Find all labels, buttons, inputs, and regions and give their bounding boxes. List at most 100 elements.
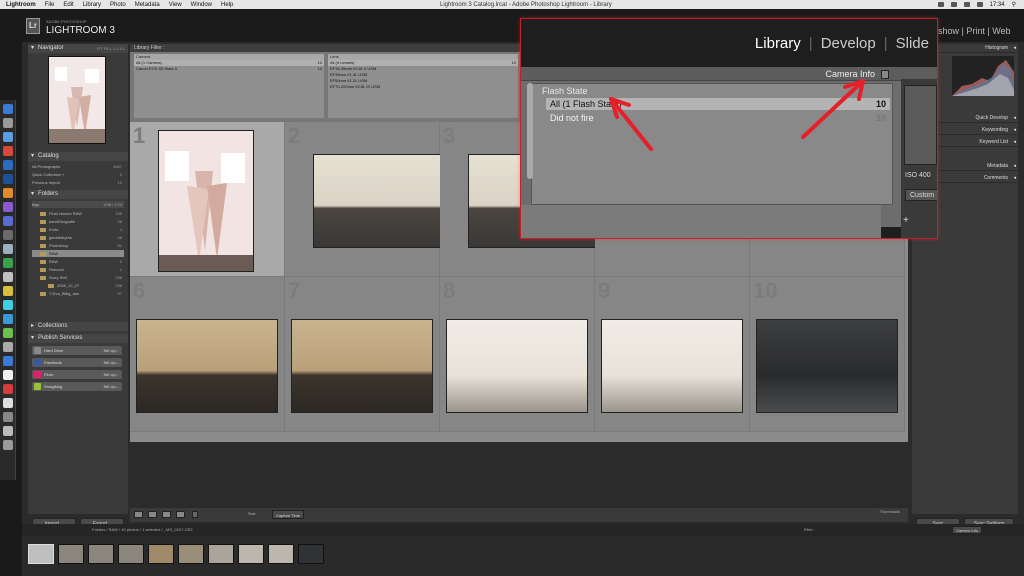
app-icon[interactable] xyxy=(3,342,13,352)
menu-library[interactable]: Library xyxy=(83,2,101,8)
module-develop[interactable]: Develop xyxy=(813,35,884,52)
navigator-preview[interactable] xyxy=(48,56,106,144)
folder-item[interactable]: Sorry Stef 236 xyxy=(32,274,124,281)
filmstrip-thumb[interactable] xyxy=(268,544,294,564)
grid-cell[interactable]: 7 xyxy=(285,277,440,432)
filmstrip-thumb[interactable] xyxy=(148,544,174,564)
module-slideshow[interactable]: Slide xyxy=(888,35,937,52)
app-icon[interactable] xyxy=(3,370,13,380)
photo-thumbnail[interactable] xyxy=(291,319,433,413)
skype-icon[interactable] xyxy=(3,300,13,310)
spotlight-icon[interactable]: ⚲ xyxy=(1012,1,1016,8)
folder-item[interactable]: RAW 0 xyxy=(32,258,124,265)
app-icon[interactable] xyxy=(3,202,13,212)
grid-cell[interactable]: 6 xyxy=(130,277,285,432)
folder-item[interactable]: jpeddeltryres 46 xyxy=(32,234,124,241)
lightroom-icon[interactable] xyxy=(3,230,13,240)
grid-cell[interactable]: 2 xyxy=(285,122,455,277)
menu-file[interactable]: File xyxy=(45,2,55,8)
filmstrip-filter-dropdown[interactable]: Camera Info xyxy=(952,526,983,534)
trash-icon[interactable] xyxy=(3,440,13,450)
column-scrollbar[interactable] xyxy=(527,83,533,179)
compare-view-icon[interactable] xyxy=(162,511,171,518)
photo-thumbnail[interactable] xyxy=(158,130,254,272)
filmstrip-source-path[interactable]: Folders / RAW / 10 photos / 1 selected /… xyxy=(92,527,193,532)
filmstrip-thumb[interactable] xyxy=(88,544,114,564)
camera-filter-item[interactable]: Canon EOS 5D Mark II 10 xyxy=(134,66,324,72)
flash-state-all[interactable]: All (1 Flash State) 10 xyxy=(546,98,890,110)
filmstrip-thumb-selected[interactable] xyxy=(28,544,54,564)
publish-hard-drive[interactable]: Hard Drive Set Up... xyxy=(32,346,122,355)
publish-facebook[interactable]: Facebook Set Up... xyxy=(32,358,122,367)
catalog-header[interactable]: Catalog xyxy=(28,152,128,161)
menu-view[interactable]: View xyxy=(169,2,182,8)
folder-item[interactable]: Photoshop 81 xyxy=(32,242,124,249)
catalog-item[interactable]: Quick Collection +0 xyxy=(32,171,124,178)
add-icon[interactable]: + xyxy=(903,215,909,226)
folder-item[interactable]: 2009_12_27 236 xyxy=(32,282,124,289)
grid-cell-selected[interactable]: 1 xyxy=(130,122,285,277)
collections-header[interactable]: Collections xyxy=(28,322,128,331)
publish-services-header[interactable]: Publish Services xyxy=(28,334,128,343)
menu-app[interactable]: Lightroom xyxy=(6,2,36,8)
photoshop-icon[interactable] xyxy=(3,160,13,170)
flag-icon[interactable] xyxy=(976,2,983,7)
app-icon[interactable] xyxy=(3,146,13,156)
publish-flickr[interactable]: Flickr Set Up... xyxy=(32,370,122,379)
photo-thumbnail[interactable] xyxy=(756,319,898,413)
lock-icon[interactable] xyxy=(881,70,889,79)
finder-icon[interactable] xyxy=(3,104,13,114)
app-icon[interactable] xyxy=(3,356,13,366)
photo-thumbnail[interactable] xyxy=(601,319,743,413)
publish-smugmug[interactable]: SmugMug Set Up... xyxy=(32,382,122,391)
safari-icon[interactable] xyxy=(3,132,13,142)
loupe-view-icon[interactable] xyxy=(148,511,157,518)
filmstrip-thumb[interactable] xyxy=(238,544,264,564)
app-icon[interactable] xyxy=(3,286,13,296)
folder-item-selected[interactable]: RAW 10 xyxy=(32,250,124,257)
app-icon[interactable] xyxy=(3,118,13,128)
menu-photo[interactable]: Photo xyxy=(110,2,126,8)
folders-header[interactable]: Folders xyxy=(28,190,128,199)
module-picker-partial[interactable]: show | Print | Web xyxy=(938,26,1011,36)
folder-item[interactable]: handStorgrafie 26 xyxy=(32,218,124,225)
app-icon[interactable] xyxy=(3,216,13,226)
app-icon[interactable] xyxy=(3,412,13,422)
downloads-icon[interactable] xyxy=(3,426,13,436)
volume-icon[interactable] xyxy=(950,2,957,7)
app-icon[interactable] xyxy=(3,398,13,408)
flash-state-header[interactable]: Flash State xyxy=(542,86,588,96)
grid-cell[interactable]: 8 xyxy=(440,277,595,432)
spray-can-icon[interactable] xyxy=(192,511,198,518)
filmstrip-thumb[interactable] xyxy=(208,544,234,564)
folder-item[interactable]: Final chosen RAW 135 xyxy=(32,210,124,217)
app-icon[interactable] xyxy=(3,188,13,198)
catalog-item[interactable]: All Photographs 4657 xyxy=(32,163,124,170)
custom-preset-dropdown[interactable]: Custom xyxy=(905,189,937,201)
folder-item[interactable]: T-Dva_Billig_raw 97 xyxy=(32,290,124,297)
menu-metadata[interactable]: Metadata xyxy=(135,2,160,8)
filter-preset-dropdown[interactable]: Camera Info xyxy=(825,69,875,79)
twitter-icon[interactable] xyxy=(3,314,13,324)
sort-dropdown[interactable]: Capture Time xyxy=(272,510,305,519)
filmstrip-thumb[interactable] xyxy=(118,544,144,564)
navigator-zoom-options[interactable]: FIT FILL 1:1 4:1 xyxy=(97,46,125,51)
filmstrip-thumb[interactable] xyxy=(298,544,324,564)
menu-help[interactable]: Help xyxy=(221,2,233,8)
menu-edit[interactable]: Edit xyxy=(63,2,73,8)
grid-view-icon[interactable] xyxy=(134,511,143,518)
grid-cell[interactable]: 9 xyxy=(595,277,750,432)
photoshop-icon[interactable] xyxy=(3,174,13,184)
menu-window[interactable]: Window xyxy=(191,2,212,8)
filmstrip-thumb[interactable] xyxy=(58,544,84,564)
app-icon[interactable] xyxy=(3,328,13,338)
volume-row[interactable]: bigs 1MB / 1TB xyxy=(32,201,124,208)
app-icon[interactable] xyxy=(3,384,13,394)
flash-state-did-not-fire[interactable]: Did not fire 10 xyxy=(546,112,890,124)
photo-thumbnail[interactable] xyxy=(446,319,588,413)
lens-filter-item[interactable]: EF70-200mm f/2.8L IS USM xyxy=(328,84,518,90)
survey-view-icon[interactable] xyxy=(176,511,185,518)
app-icon[interactable] xyxy=(3,244,13,254)
grid-cell[interactable]: 10 xyxy=(750,277,905,432)
photo-thumbnail[interactable] xyxy=(313,154,455,248)
